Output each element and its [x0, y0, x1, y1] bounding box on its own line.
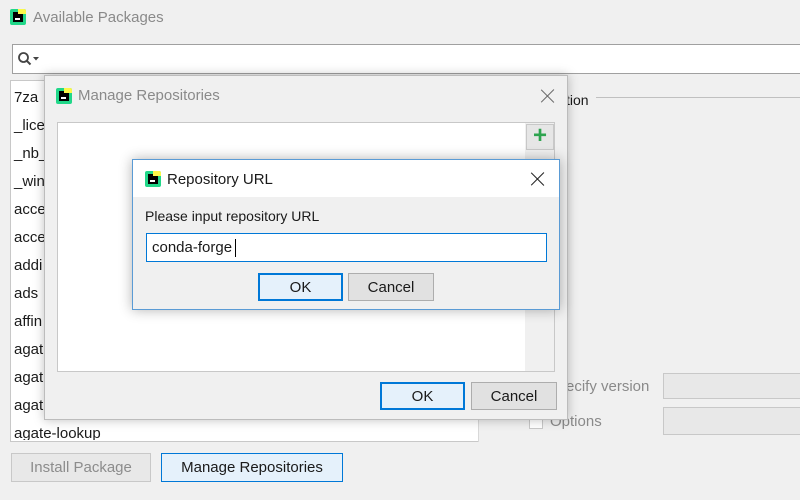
package-list-item[interactable]: _lice: [14, 117, 45, 134]
package-list-item[interactable]: acce: [14, 201, 46, 218]
pycharm-logo-icon: [56, 88, 72, 104]
description-group-line: [596, 97, 800, 98]
version-select[interactable]: [663, 373, 800, 399]
manage-repositories-title: Manage Repositories: [78, 87, 220, 104]
description-label: tion: [566, 92, 589, 108]
options-input[interactable]: [663, 407, 800, 435]
package-list-item[interactable]: _nb_: [14, 145, 47, 162]
repository-url-prompt: Please input repository URL: [145, 208, 320, 224]
add-icon: +: [532, 122, 547, 149]
search-icon[interactable]: [17, 51, 41, 67]
close-icon[interactable]: [531, 172, 545, 186]
manage-repositories-cancel-button[interactable]: Cancel: [471, 382, 557, 410]
manage-repositories-ok-button[interactable]: OK: [380, 382, 465, 410]
repository-url-title-bar: Repository URL: [133, 160, 559, 197]
repository-url-cancel-button[interactable]: Cancel: [348, 273, 434, 301]
manage-repositories-button[interactable]: Manage Repositories: [161, 453, 343, 482]
main-title-bar: Available Packages: [0, 0, 800, 36]
package-list-item[interactable]: agate-lookup: [14, 425, 101, 440]
package-list-item[interactable]: ads: [14, 285, 38, 302]
repository-url-dialog: Repository URL Please input repository U…: [132, 159, 560, 310]
package-list-item[interactable]: 7za: [14, 89, 38, 106]
close-icon[interactable]: [541, 89, 555, 103]
repository-url-ok-button[interactable]: OK: [258, 273, 343, 301]
install-package-button[interactable]: Install Package: [11, 453, 151, 482]
text-cursor: [235, 239, 236, 257]
repository-url-value: conda-forge: [152, 239, 233, 256]
specify-version-label: ecify version: [566, 378, 650, 395]
repository-url-title: Repository URL: [167, 171, 273, 188]
package-list-item[interactable]: _win: [14, 173, 45, 190]
package-list-item[interactable]: acce: [14, 229, 46, 246]
package-list-item[interactable]: agat: [14, 341, 43, 358]
add-repository-button[interactable]: +: [526, 124, 554, 150]
pycharm-logo-icon: [145, 171, 161, 187]
package-list-item[interactable]: affin: [14, 313, 42, 330]
package-search-input[interactable]: [12, 44, 800, 74]
package-list-item[interactable]: agat: [14, 369, 43, 386]
pycharm-logo-icon: [10, 9, 26, 25]
repository-url-input[interactable]: conda-forge: [146, 233, 547, 262]
main-window-title: Available Packages: [33, 9, 164, 26]
package-list-item[interactable]: agat: [14, 397, 43, 414]
package-list-item[interactable]: addi: [14, 257, 42, 274]
